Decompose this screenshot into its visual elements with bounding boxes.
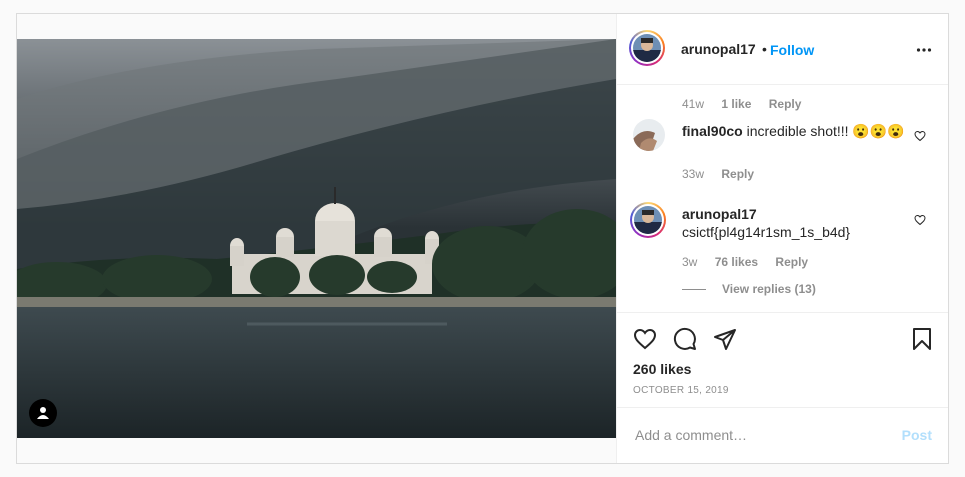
comment-time: 33w	[682, 167, 705, 181]
comment-time: 3w	[682, 255, 698, 269]
bookmark-icon[interactable]	[910, 327, 934, 351]
commenter-username[interactable]: arunopal17	[682, 206, 757, 222]
comment-meta: 3w 76 likes Reply	[682, 255, 808, 269]
comment-text: csictf{pl4g14r1sm_1s_b4d}	[682, 224, 851, 240]
post-card: arunopal17 • Follow 41w 1 like Reply fin…	[16, 13, 949, 464]
separator-dot: •	[762, 41, 767, 57]
more-options-icon[interactable]	[916, 42, 932, 58]
like-comment-heart-icon[interactable]	[914, 130, 926, 142]
share-icon[interactable]	[713, 327, 737, 351]
post-date: OCTOBER 15, 2019	[633, 385, 729, 396]
post-actions: 260 likes OCTOBER 15, 2019	[617, 313, 948, 408]
post-header: arunopal17 • Follow	[617, 14, 948, 85]
author-username[interactable]: arunopal17	[681, 41, 756, 57]
comment-icon[interactable]	[673, 327, 697, 351]
comment-meta: 41w 1 like Reply	[682, 97, 801, 111]
comment-meta: 33w Reply	[682, 167, 754, 181]
add-comment-bar: Post	[617, 408, 948, 463]
commenter-username[interactable]: final90co	[682, 123, 743, 139]
view-replies-button[interactable]: View replies (13)	[722, 282, 816, 296]
follow-button[interactable]: Follow	[770, 42, 814, 58]
post-comment-button[interactable]: Post	[902, 427, 932, 443]
author-avatar[interactable]	[629, 30, 665, 66]
comment-time: 41w	[682, 97, 705, 111]
replies-divider	[682, 289, 706, 290]
likes-count[interactable]: 260 likes	[633, 361, 691, 377]
reply-button[interactable]: Reply	[775, 255, 808, 269]
post-media[interactable]	[17, 14, 616, 463]
comment-likes[interactable]: 76 likes	[715, 255, 758, 269]
reply-button[interactable]: Reply	[769, 97, 802, 111]
like-comment-heart-icon[interactable]	[914, 214, 926, 226]
user-tag-icon	[37, 407, 49, 419]
comment-text: incredible shot!!! 😮😮😮	[746, 123, 905, 139]
post-sidebar: arunopal17 • Follow 41w 1 like Reply fin…	[616, 14, 948, 463]
avatar-image	[634, 206, 662, 234]
commenter-avatar[interactable]	[630, 202, 666, 238]
comment-input[interactable]	[633, 424, 877, 446]
comment-body: final90co incredible shot!!! 😮😮😮	[682, 123, 905, 140]
comments-list[interactable]: 41w 1 like Reply final90co incredible sh…	[617, 85, 948, 313]
heart-icon[interactable]	[633, 327, 657, 351]
avatar-image	[633, 34, 661, 62]
post-photo	[17, 39, 616, 438]
tag-people-button[interactable]	[29, 399, 57, 427]
comment-likes[interactable]: 1 like	[721, 97, 751, 111]
commenter-avatar[interactable]	[633, 119, 665, 151]
reply-button[interactable]: Reply	[721, 167, 754, 181]
